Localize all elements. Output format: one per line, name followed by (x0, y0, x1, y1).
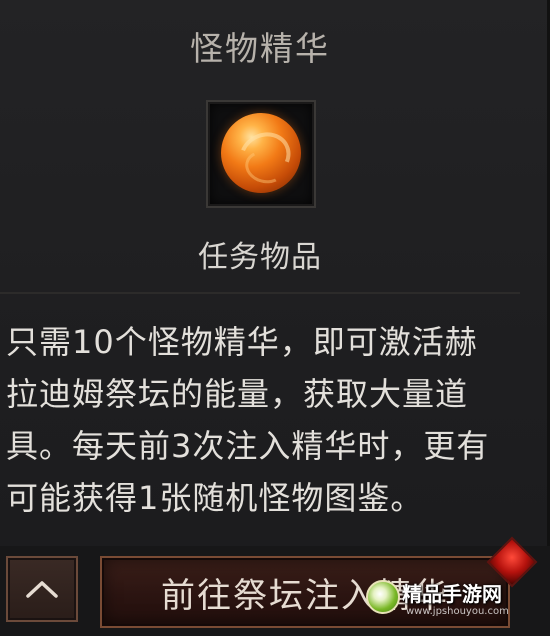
description-line: 只需10个怪物精华，即可激活赫 (6, 323, 478, 361)
description-line: 拉迪姆祭坛的能量，获取大量道 (6, 375, 469, 413)
item-type-label: 任务物品 (198, 240, 322, 275)
chevron-up-icon (26, 581, 58, 598)
item-tooltip-panel: 怪物精华 任务物品 只需10个怪物精华，即可激活赫 拉迪姆祭坛的能量，获取大量道… (0, 0, 550, 636)
watermark-text: 精品手游网 (402, 582, 502, 606)
description-line: 具。每天前3次注入精华时，更有 (6, 427, 490, 465)
site-watermark: 精品手游网 www.jpshouyou.com (366, 574, 536, 624)
description-line: 可能获得1张随机怪物图鉴。 (6, 479, 424, 517)
orange-orb-icon (221, 113, 301, 193)
watermark-logo-icon (366, 580, 400, 614)
item-title: 怪物精华 (190, 29, 330, 68)
item-description: 只需10个怪物精华，即可激活赫 拉迪姆祭坛的能量，获取大量道 具。每天前3次注入… (6, 316, 516, 524)
collapse-button[interactable] (6, 556, 78, 622)
divider (0, 292, 520, 294)
item-icon-frame (206, 100, 316, 208)
watermark-url: www.jpshouyou.com (406, 606, 509, 617)
